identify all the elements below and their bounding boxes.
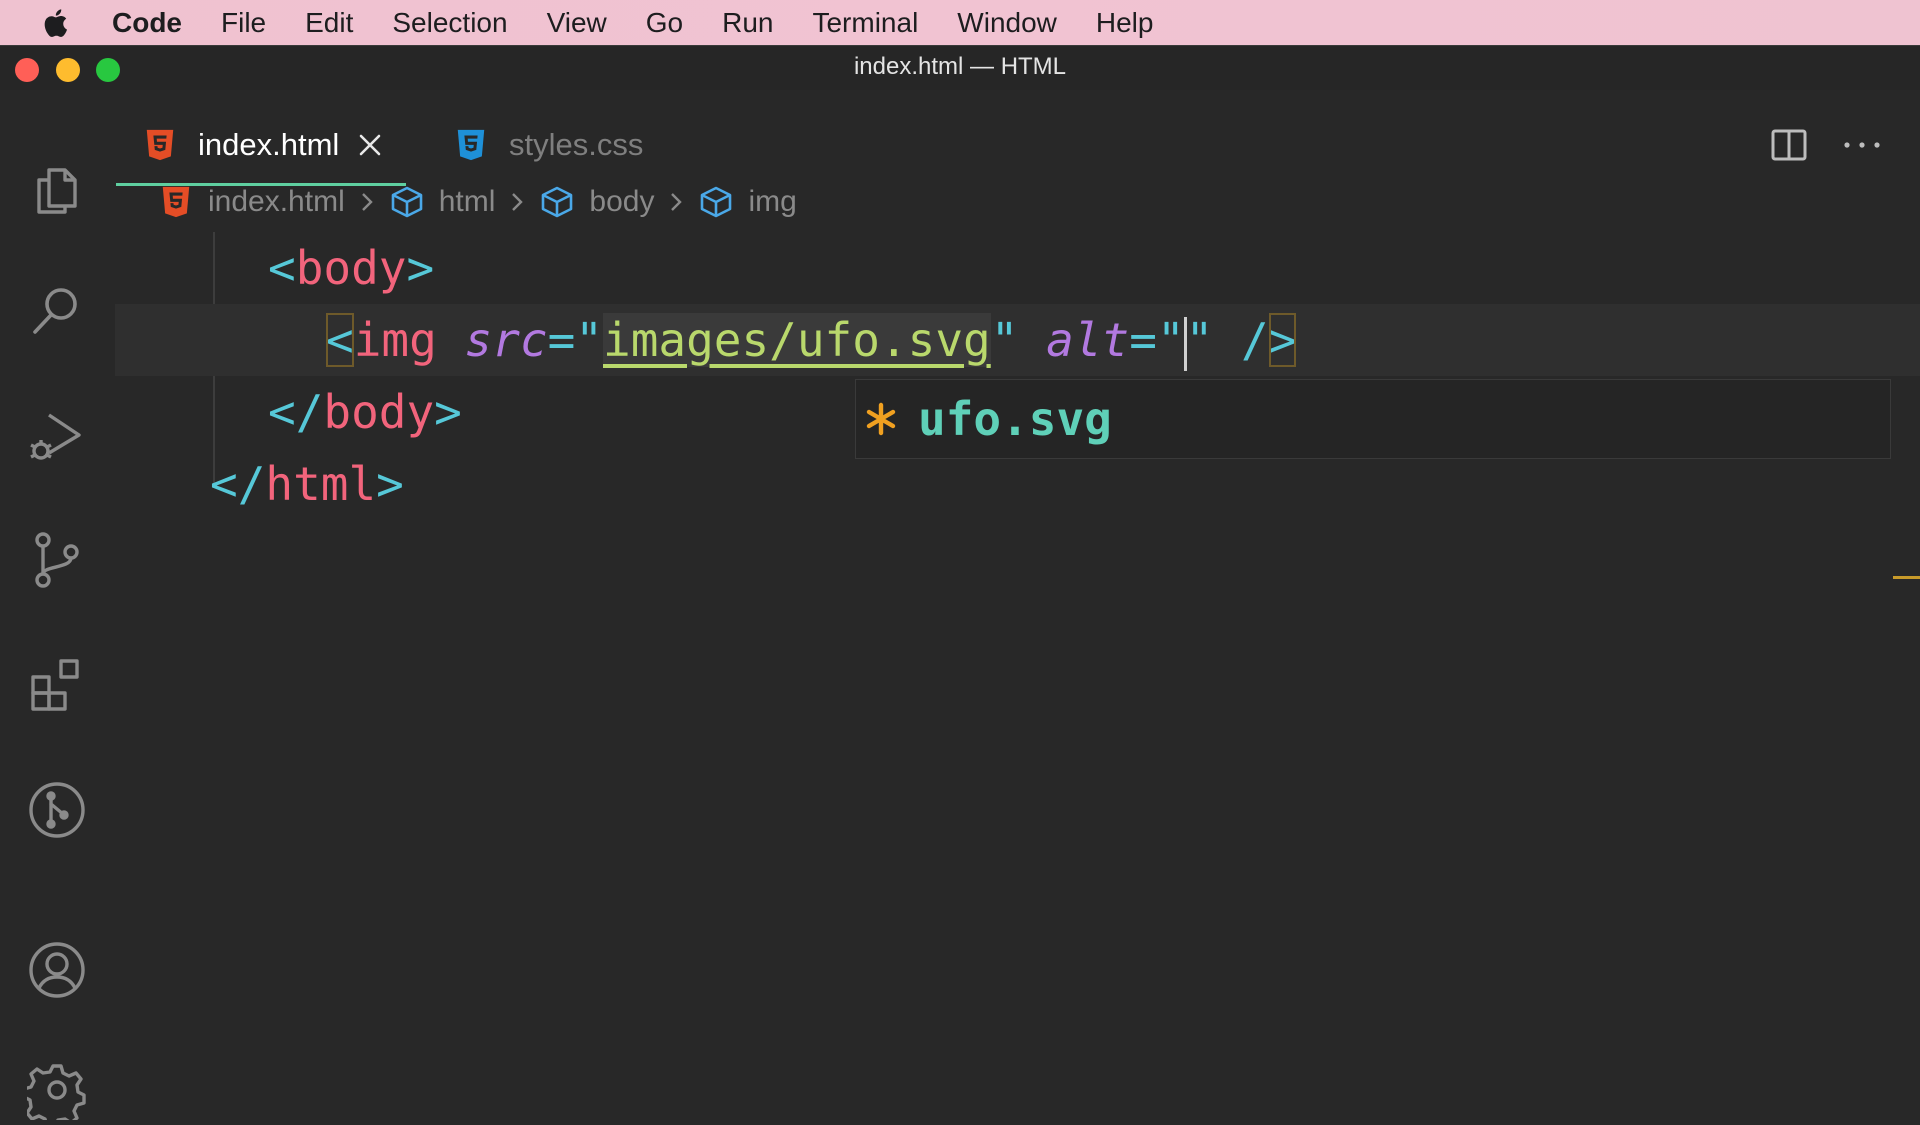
menu-run[interactable]: Run [722, 7, 773, 39]
breadcrumb-label: body [589, 185, 655, 218]
code-line-1[interactable]: <body> [115, 232, 1920, 304]
self-close-slash: / [1241, 313, 1269, 367]
more-actions-icon[interactable] [1837, 115, 1887, 175]
css3-icon [457, 129, 485, 161]
string-quote: " [1185, 313, 1214, 367]
menu-view[interactable]: View [547, 7, 607, 39]
chevron-right-icon [361, 193, 373, 211]
tab-label: styles.css [509, 127, 644, 162]
breadcrumb-item-html[interactable]: html [389, 185, 496, 219]
menu-app-name[interactable]: Code [112, 7, 182, 39]
attribute-name: src [464, 313, 548, 367]
symbol-element-icon [391, 186, 423, 218]
menu-file[interactable]: File [221, 7, 266, 39]
html5-icon [146, 129, 174, 161]
apple-icon[interactable] [40, 6, 74, 40]
activity-bar [0, 90, 115, 1125]
tag-name: img [353, 313, 437, 367]
git-graph-icon[interactable] [27, 780, 87, 840]
tag-name: html [265, 457, 377, 511]
string-quote: " [990, 313, 1019, 367]
tag-close-bracket: > [434, 385, 462, 439]
tag-name: body [323, 385, 435, 439]
source-control-icon[interactable] [27, 530, 87, 590]
breadcrumb-item-img[interactable]: img [698, 185, 797, 219]
tag-close-bracket: > [1268, 313, 1297, 367]
tag-close-bracket: > [376, 457, 404, 511]
tag-open-bracket: </ [268, 385, 324, 439]
menu-window[interactable]: Window [957, 7, 1057, 39]
symbol-element-icon [542, 186, 573, 218]
breadcrumb-label: index.html [208, 185, 345, 218]
run-debug-icon[interactable] [27, 405, 87, 465]
code-line-2[interactable]: <img src="images/ufo.svg" alt="" /> [115, 304, 1920, 376]
extensions-icon[interactable] [27, 655, 87, 715]
breadcrumb-label: html [438, 185, 496, 218]
attribute-equals: = [547, 313, 576, 367]
menu-go[interactable]: Go [646, 7, 683, 39]
string-quote: " [1156, 313, 1185, 367]
breadcrumb-item-body[interactable]: body [539, 185, 654, 219]
tag-open-bracket: </ [210, 457, 266, 511]
tag-close-bracket: > [406, 241, 435, 295]
search-icon[interactable] [27, 280, 87, 340]
attribute-equals: = [1129, 313, 1157, 367]
attribute-value: images/ufo.svg [603, 313, 991, 367]
menu-selection[interactable]: Selection [392, 7, 507, 39]
scrollbar-marker [1893, 576, 1920, 579]
tab-index-html[interactable]: index.html [116, 110, 406, 186]
chevron-right-icon [671, 193, 683, 211]
menu-terminal[interactable]: Terminal [812, 7, 918, 39]
attribute-name: alt [1046, 313, 1130, 367]
file-asterisk-icon [866, 402, 896, 436]
breadcrumb: index.html html body img [158, 180, 797, 224]
tab-label: index.html [198, 127, 340, 162]
tag-name: body [295, 241, 407, 295]
tab-styles-css[interactable]: styles.css [435, 110, 695, 180]
menu-bar: Code File Edit Selection View Go Run Ter… [0, 0, 1920, 45]
code-editor[interactable]: <body> <img src="images/ufo.svg" alt="" … [115, 232, 1920, 1035]
tag-open-bracket: < [268, 241, 296, 295]
string-quote: " [575, 313, 603, 367]
accounts-icon[interactable] [27, 940, 87, 1000]
tag-open-bracket: < [326, 313, 354, 367]
close-icon[interactable] [357, 132, 383, 158]
explorer-icon[interactable] [27, 160, 87, 220]
html5-icon [162, 186, 190, 218]
window-title: index.html — HTML [853, 53, 1067, 80]
chevron-right-icon [512, 193, 524, 211]
title-bar: index.html — HTML [0, 46, 1920, 90]
split-editor-icon[interactable] [1767, 115, 1811, 175]
suggestion-label: ufo.svg [918, 392, 1112, 446]
menu-help[interactable]: Help [1096, 7, 1154, 39]
breadcrumb-item-file[interactable]: index.html [158, 185, 345, 219]
autocomplete-suggestion[interactable]: ufo.svg [855, 379, 1891, 459]
menu-edit[interactable]: Edit [305, 7, 353, 39]
breadcrumb-label: img [748, 185, 797, 218]
symbol-element-icon [701, 186, 732, 218]
settings-gear-icon[interactable] [22, 1060, 87, 1125]
